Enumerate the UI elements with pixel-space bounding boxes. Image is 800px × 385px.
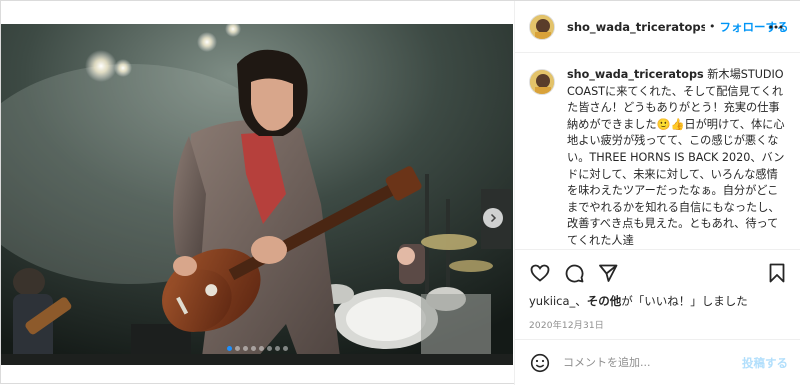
likes-others-link[interactable]: その他 [587,294,622,308]
carousel-indicator [1,346,513,351]
more-horizontal-icon [769,25,783,29]
save-button[interactable] [766,262,788,284]
carousel-dot [282,346,288,351]
profile-picture [530,70,554,94]
caption-username[interactable]: sho_wada_triceratops [567,68,704,81]
carousel-dot [266,346,272,351]
carousel-dot [242,346,248,351]
share-button[interactable] [597,262,619,284]
post-photo[interactable] [1,24,513,365]
comment-form: 投稿する [515,339,800,385]
carousel-dot [258,346,264,351]
thumbs-up-emoji: 👍 [670,117,685,131]
caption-body-continued: 日が明けて、体に心地よい疲労が残ってて、この感じが悪くない。THREE HORN… [567,117,785,245]
comment-button[interactable] [563,262,585,284]
liker-username[interactable]: yukiica_ [529,294,575,308]
like-button[interactable] [529,262,551,284]
avatar[interactable] [529,13,555,40]
concert-photo [1,24,513,365]
post-date[interactable]: 2020年12月31日 [529,318,604,331]
heart-icon [530,264,550,282]
carousel-next-button[interactable] [483,208,503,228]
emoji-picker-button[interactable] [529,352,551,374]
header-username[interactable]: sho_wada_triceratops [567,20,705,34]
carousel-dot [274,346,280,351]
share-icon [599,264,618,282]
carousel-dot [234,346,240,351]
separator-dot: • [709,20,716,33]
post-caption: sho_wada_triceratops 新木場STUDIO COASTに来てく… [529,67,791,245]
post-side-panel: sho_wada_triceratops • フォローする sho_wada_t… [514,1,800,385]
caption-text: sho_wada_triceratops 新木場STUDIO COASTに来てく… [567,67,787,245]
comment-icon [565,264,584,283]
likes-suffix: が「いいね！」しました [621,294,748,308]
bookmark-icon [769,263,785,283]
chevron-right-icon [490,213,497,223]
likes-separator: 、 [575,294,587,308]
smile-emoji: 🙂 [656,117,671,131]
profile-picture [530,14,554,39]
comment-input[interactable] [563,356,742,369]
action-bar [515,249,800,293]
carousel-dot [250,346,256,351]
carousel-dot [226,346,232,351]
smiley-icon [530,353,550,372]
post-comment-button[interactable]: 投稿する [742,355,788,371]
instagram-post: sho_wada_triceratops • フォローする sho_wada_t… [0,0,800,385]
more-options-button[interactable] [768,19,784,35]
post-header: sho_wada_triceratops • フォローする [515,1,800,53]
caption-avatar[interactable] [529,69,555,95]
likes-summary: yukiica_、その他が「いいね！」しました [529,293,748,309]
